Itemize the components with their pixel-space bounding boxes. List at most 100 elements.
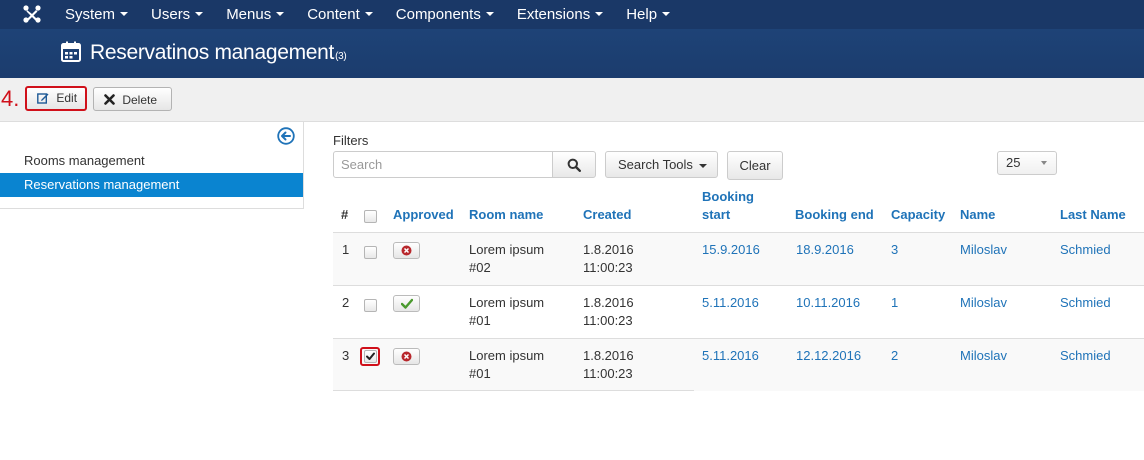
caret-down-icon xyxy=(662,12,671,17)
column-header-last-name[interactable]: Last Name xyxy=(1060,206,1126,224)
unapproved-toggle-button[interactable] xyxy=(393,348,420,365)
caret-down-icon xyxy=(698,163,707,168)
search-input[interactable] xyxy=(333,151,553,178)
clear-button[interactable]: Clear xyxy=(727,151,783,180)
created-time: 11:00:23 xyxy=(583,366,633,381)
menu-system[interactable]: System xyxy=(53,0,139,29)
capacity-link[interactable]: 3 xyxy=(891,241,898,259)
edit-button-label: Edit xyxy=(56,91,78,105)
check-icon xyxy=(401,298,413,309)
caret-down-icon xyxy=(364,12,373,17)
name-link[interactable]: Miloslav xyxy=(960,347,1007,365)
menu-help[interactable]: Help xyxy=(614,0,681,29)
booking-start-link[interactable]: 15.9.2016 xyxy=(702,241,760,259)
menu-content[interactable]: Content xyxy=(295,0,384,29)
select-all-checkbox[interactable] xyxy=(364,210,377,223)
calendar-icon xyxy=(61,41,81,63)
created-time: 11:00:23 xyxy=(583,260,633,275)
row-number: 2 xyxy=(342,295,350,310)
room-name-cell: Lorem ipsum #01 xyxy=(469,294,544,330)
column-header-created[interactable]: Created xyxy=(583,206,631,224)
booking-end-link[interactable]: 10.11.2016 xyxy=(796,294,860,312)
row-checkbox[interactable] xyxy=(364,299,377,312)
checkmark-icon xyxy=(366,352,375,360)
sidebar-item-reservations-management[interactable]: Reservations management xyxy=(0,173,303,197)
created-time: 11:00:23 xyxy=(583,313,633,328)
search-tools-button[interactable]: Search Tools xyxy=(605,151,718,178)
column-header-booking-start-line2: start xyxy=(702,207,731,222)
reject-icon xyxy=(401,351,412,362)
reject-icon xyxy=(401,245,412,256)
edit-icon xyxy=(37,93,49,104)
last-name-link[interactable]: Schmied xyxy=(1060,347,1111,365)
menu-content-label: Content xyxy=(307,6,360,23)
delete-button-label: Delete xyxy=(122,93,158,107)
name-link[interactable]: Miloslav xyxy=(960,294,1007,312)
caret-down-icon xyxy=(485,12,494,17)
caret-down-icon xyxy=(120,12,129,17)
approved-toggle-button[interactable] xyxy=(393,295,420,312)
capacity-link[interactable]: 1 xyxy=(891,294,898,312)
top-menu: System Users Menus Content Components Ex… xyxy=(53,0,681,29)
search-button[interactable] xyxy=(552,151,596,178)
menu-help-label: Help xyxy=(626,6,658,23)
room-name-line2: #02 xyxy=(469,260,491,275)
booking-start-link[interactable]: 5.11.2016 xyxy=(702,347,759,365)
name-link[interactable]: Miloslav xyxy=(960,241,1007,259)
search-tools-label: Search Tools xyxy=(618,157,693,172)
column-header-booking-end[interactable]: Booking end xyxy=(795,206,874,224)
joomla-logo-icon[interactable] xyxy=(22,4,42,24)
page-header: Reservatinos management(3) xyxy=(0,29,1144,78)
step-annotation: 4. xyxy=(1,86,20,111)
last-name-link[interactable]: Schmied xyxy=(1060,241,1111,259)
room-name-cell: Lorem ipsum #01 xyxy=(469,347,544,383)
menu-system-label: System xyxy=(65,6,116,23)
row-checkbox-checked[interactable] xyxy=(364,350,377,363)
room-name-line1: Lorem ipsum xyxy=(469,242,545,257)
room-name-line1: Lorem ipsum xyxy=(469,348,545,363)
search-icon xyxy=(567,158,581,172)
page-title-text: Reservatinos management xyxy=(90,41,335,64)
menu-components-label: Components xyxy=(395,6,481,23)
column-header-name[interactable]: Name xyxy=(960,206,995,224)
column-header-room-name[interactable]: Room name xyxy=(469,206,543,224)
room-name-line2: #01 xyxy=(469,313,491,328)
edit-button[interactable]: Edit xyxy=(25,86,87,111)
menu-users-label: Users xyxy=(151,6,191,23)
created-cell: 1.8.2016 11:00:23 xyxy=(583,347,634,383)
capacity-link[interactable]: 2 xyxy=(891,347,898,365)
booking-end-link[interactable]: 12.12.2016 xyxy=(796,347,861,365)
room-name-line1: Lorem ipsum xyxy=(469,295,545,310)
sidebar-item-rooms-management[interactable]: Rooms management xyxy=(0,149,303,173)
caret-down-icon xyxy=(195,12,204,17)
booking-end-link[interactable]: 18.9.2016 xyxy=(796,241,854,259)
row-number: 3 xyxy=(342,348,350,363)
menu-extensions[interactable]: Extensions xyxy=(505,0,614,29)
table-bottom-border xyxy=(333,390,694,391)
created-cell: 1.8.2016 11:00:23 xyxy=(583,294,634,330)
list-limit-value: 25 xyxy=(1006,155,1021,170)
booking-start-link[interactable]: 5.11.2016 xyxy=(702,294,759,312)
column-header-booking-start[interactable]: Booking start xyxy=(702,188,754,224)
last-name-link[interactable]: Schmied xyxy=(1060,294,1111,312)
created-date: 1.8.2016 xyxy=(583,348,634,363)
row-number: 1 xyxy=(342,242,350,257)
menu-menus[interactable]: Menus xyxy=(214,0,295,29)
top-navbar: System Users Menus Content Components Ex… xyxy=(0,0,1144,29)
filters-label: Filters xyxy=(333,133,369,148)
menu-users[interactable]: Users xyxy=(139,0,214,29)
column-header-capacity[interactable]: Capacity xyxy=(891,206,945,224)
delete-button[interactable]: Delete xyxy=(93,87,172,111)
column-header-approved[interactable]: Approved xyxy=(393,206,454,224)
column-header-number: # xyxy=(341,207,349,222)
column-header-booking-start-line1: Booking xyxy=(702,189,754,204)
created-date: 1.8.2016 xyxy=(583,295,634,310)
created-date: 1.8.2016 xyxy=(583,242,634,257)
unapproved-toggle-button[interactable] xyxy=(393,242,420,259)
created-cell: 1.8.2016 11:00:23 xyxy=(583,241,634,277)
list-limit-select[interactable]: 25 xyxy=(997,151,1057,175)
row-checkbox[interactable] xyxy=(364,246,377,259)
menu-components[interactable]: Components xyxy=(384,0,505,29)
room-name-cell: Lorem ipsum #02 xyxy=(469,241,544,277)
collapse-sidebar-icon[interactable] xyxy=(277,127,295,145)
